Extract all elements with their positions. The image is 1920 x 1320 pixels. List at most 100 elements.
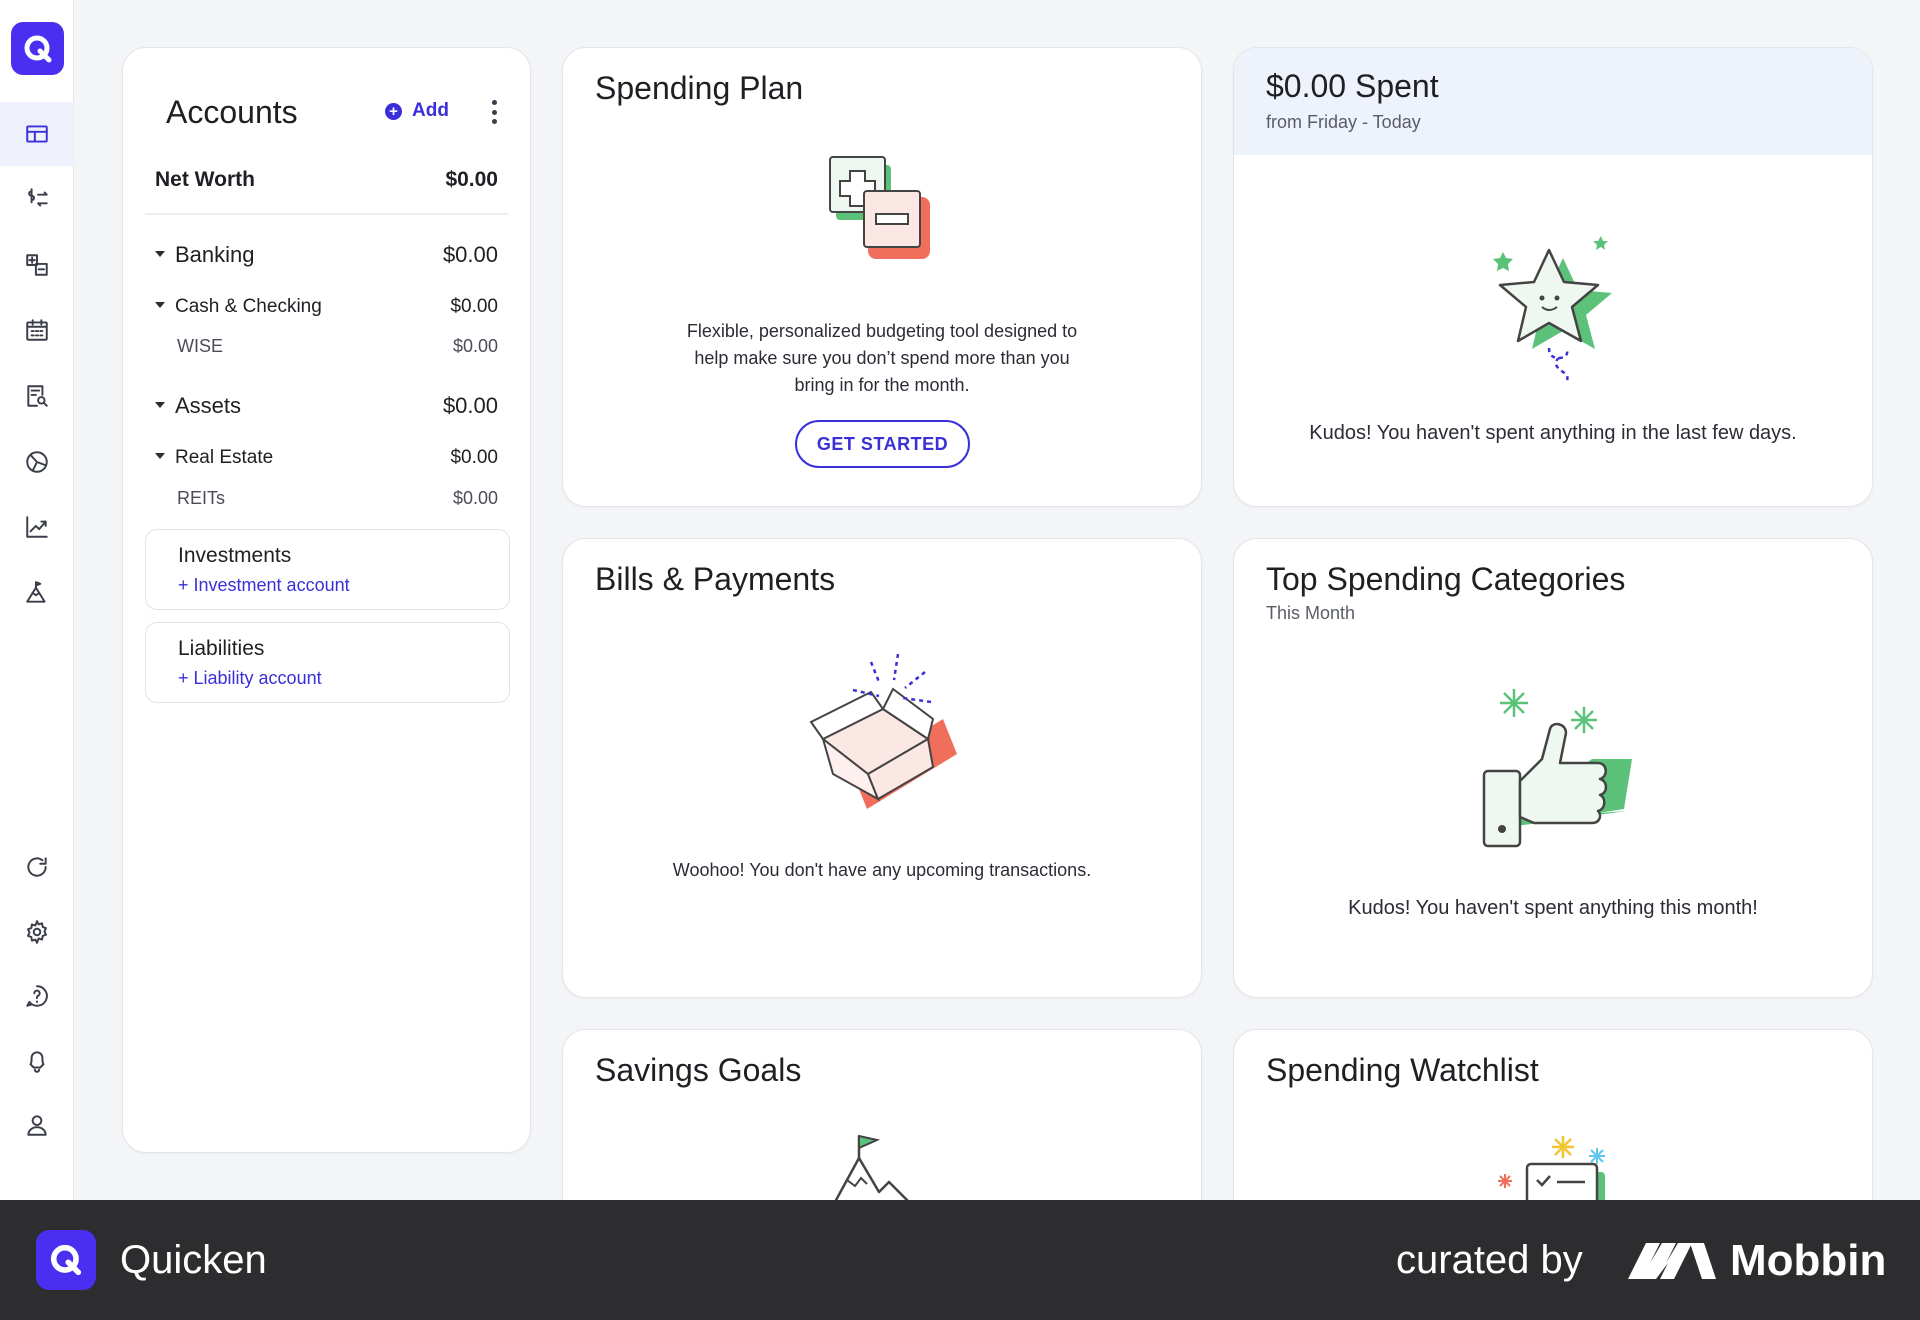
add-liability-account-link[interactable]: + Liability account xyxy=(178,668,322,689)
investments-section: Investments + Investment account xyxy=(145,529,510,610)
nav-goals[interactable] xyxy=(0,561,74,625)
nav-budget[interactable] xyxy=(0,430,74,494)
open-box-illustration xyxy=(809,654,957,809)
caret-down-icon[interactable] xyxy=(155,301,165,308)
savings-title: Savings Goals xyxy=(595,1052,802,1088)
mountain-flag-illustration xyxy=(833,1134,911,1204)
accounts-title: Accounts xyxy=(166,94,298,130)
account-group-real-estate[interactable]: Real Estate $0.00 xyxy=(155,447,498,469)
spending-plan-card: Spending Plan Flexible, personalized bud… xyxy=(562,47,1202,507)
mobbin-wordmark: Mobbin xyxy=(1730,1236,1887,1285)
account-group-assets[interactable]: Assets $0.00 xyxy=(155,393,498,419)
spending-plan-description-line: Flexible, personalized budgeting tool de… xyxy=(686,321,1078,341)
top-spending-title: Top Spending Categories xyxy=(1266,561,1626,597)
user-icon xyxy=(27,1115,47,1136)
footer-app-name: Quicken xyxy=(120,1238,267,1282)
reits-value: $0.00 xyxy=(452,488,498,508)
trend-icon xyxy=(26,516,48,538)
spending-plan-description: Flexible, personalized budgeting tool de… xyxy=(563,318,1201,399)
top-spending-card: Top Spending Categories This Month Kudos… xyxy=(1233,538,1873,998)
transfer-icon xyxy=(28,188,48,207)
accounts-card: Accounts + Add Net Worth $0.00 Banking $… xyxy=(122,47,531,1153)
quicken-logo-icon xyxy=(50,1244,82,1276)
mobbin-brand: Mobbin xyxy=(1628,1236,1886,1286)
assets-value: $0.00 xyxy=(442,393,498,418)
account-group-banking[interactable]: Banking $0.00 xyxy=(155,242,498,268)
pie-icon xyxy=(26,451,48,473)
net-worth-row: Net Worth $0.00 xyxy=(155,168,498,192)
real-estate-label: Real Estate xyxy=(175,447,274,468)
get-started-button[interactable]: GET STARTED xyxy=(795,420,970,468)
banking-value: $0.00 xyxy=(442,242,498,267)
nav-profile[interactable] xyxy=(0,1093,74,1157)
mobbin-logo-icon xyxy=(1628,1243,1716,1279)
help-icon xyxy=(26,985,48,1007)
plus-circle-icon: + xyxy=(385,102,402,120)
nav-investments[interactable] xyxy=(0,495,74,559)
sidebar xyxy=(0,0,74,1200)
net-worth-label: Net Worth xyxy=(155,168,255,191)
refresh-icon xyxy=(27,857,47,877)
spending-plan-description-line: bring in for the month. xyxy=(794,375,970,395)
nav-help[interactable] xyxy=(0,964,74,1028)
reits-label: REITs xyxy=(177,488,226,508)
account-group-cash-checking[interactable]: Cash & Checking $0.00 xyxy=(155,296,498,318)
calendar-icon xyxy=(26,319,48,341)
spending-plan-title: Spending Plan xyxy=(595,70,804,106)
caret-down-icon[interactable] xyxy=(155,251,165,258)
bills-message: Woohoo! You don't have any upcoming tran… xyxy=(672,860,1092,880)
nav-spending-plan[interactable] xyxy=(0,233,74,297)
add-investment-account-link[interactable]: + Investment account xyxy=(178,575,350,596)
spent-title: $0.00 Spent xyxy=(1266,68,1439,104)
account-wise[interactable]: WISE $0.00 xyxy=(177,336,498,357)
quicken-logo-icon xyxy=(24,35,51,62)
nav-refresh[interactable] xyxy=(0,835,74,899)
footer-bar: Quicken curated by Mobbin xyxy=(0,1200,1920,1320)
cash-checking-value: $0.00 xyxy=(450,296,498,317)
bills-title: Bills & Payments xyxy=(595,561,836,597)
spent-card: $0.00 Spent from Friday - Today Kudos! Y… xyxy=(1233,47,1873,507)
nav-dashboard[interactable] xyxy=(0,102,74,166)
real-estate-value: $0.00 xyxy=(450,447,498,468)
smiling-star-illustration xyxy=(1493,236,1612,381)
quicken-footer-logo xyxy=(36,1230,96,1290)
thumbs-up-illustration xyxy=(1482,689,1632,848)
bills-payments-card: Bills & Payments Woohoo! You don't have … xyxy=(562,538,1202,998)
checklist-illustration xyxy=(1498,1136,1605,1204)
add-account-button[interactable]: + Add xyxy=(385,100,449,122)
spending-plan-description-line: help make sure you don’t spend more than… xyxy=(694,348,1070,368)
top-spending-message: Kudos! You haven't spent anything this m… xyxy=(1348,897,1758,919)
wise-label: WISE xyxy=(177,336,224,356)
plus-minus-illustration xyxy=(829,156,930,259)
gear-icon xyxy=(27,920,47,944)
spent-subtitle: from Friday - Today xyxy=(1266,112,1421,132)
footer-curated-by: curated by xyxy=(1396,1238,1583,1282)
quicken-logo[interactable] xyxy=(11,22,64,75)
nav-bills[interactable] xyxy=(0,298,74,362)
mountain-icon xyxy=(26,581,46,603)
nav-reports[interactable] xyxy=(0,364,74,428)
account-reits[interactable]: REITs $0.00 xyxy=(177,488,498,509)
net-worth-value: $0.00 xyxy=(445,168,498,191)
top-spending-subtitle: This Month xyxy=(1266,603,1356,623)
divider xyxy=(145,213,508,215)
dashboard-icon xyxy=(26,125,48,143)
report-icon xyxy=(27,385,48,407)
assets-label: Assets xyxy=(175,393,242,418)
bell-icon xyxy=(29,1051,45,1073)
investments-label: Investments xyxy=(178,544,292,567)
cash-checking-label: Cash & Checking xyxy=(175,296,322,317)
banking-label: Banking xyxy=(175,242,255,267)
nav-settings[interactable] xyxy=(0,900,74,964)
liabilities-section: Liabilities + Liability account xyxy=(145,622,510,703)
spent-message: Kudos! You haven't spent anything in the… xyxy=(1309,422,1797,444)
more-options-icon[interactable] xyxy=(488,100,500,124)
nav-notifications[interactable] xyxy=(0,1029,74,1093)
wise-value: $0.00 xyxy=(452,336,498,356)
caret-down-icon[interactable] xyxy=(155,452,165,459)
plan-icon xyxy=(26,254,48,276)
nav-transactions[interactable] xyxy=(0,167,74,231)
caret-down-icon[interactable] xyxy=(155,402,165,409)
liabilities-label: Liabilities xyxy=(178,637,265,660)
add-account-label: Add xyxy=(412,100,449,121)
